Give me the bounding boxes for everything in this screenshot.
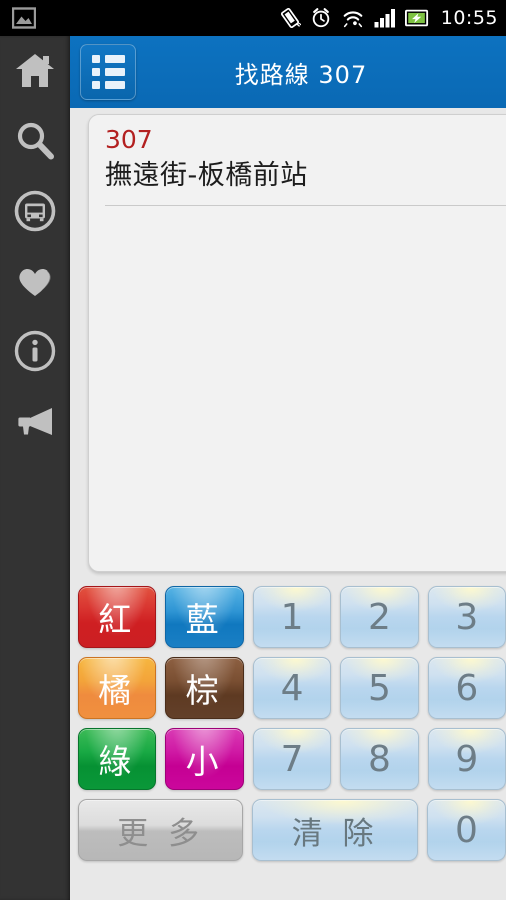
app-root: 10:55 找路線 307 307 撫遠街-板橋前站 紅 藍 1 2 3 橘 棕… [0,0,506,900]
key-red[interactable]: 紅 [78,586,157,648]
route-number: 307 [105,125,153,154]
status-bar: 10:55 [0,0,506,36]
key-label: 5 [367,667,391,709]
key-label: 更 多 [117,815,205,852]
route-result-card[interactable]: 307 撫遠街-板橋前站 [88,114,506,572]
image-icon [12,7,36,29]
key-label: 2 [367,596,391,638]
sidebar-item-search[interactable] [0,106,70,176]
alarm-clock-icon [310,7,332,29]
megaphone-icon [14,400,56,442]
home-icon [14,50,56,92]
key-label: 1 [280,596,304,638]
sidebar-item-announcements[interactable] [0,386,70,456]
menu-icon-line [104,55,125,63]
key-5[interactable]: 5 [340,657,419,719]
key-brown[interactable]: 棕 [165,657,244,719]
key-blue[interactable]: 藍 [165,586,244,648]
key-8[interactable]: 8 [340,728,419,790]
screen-rotation-icon [279,7,301,29]
key-clear[interactable]: 清 除 [252,799,418,861]
menu-icon-row [91,55,125,63]
key-6[interactable]: 6 [427,657,506,719]
menu-icon-line [104,68,125,76]
key-label: 7 [280,738,304,780]
status-bar-clock: 10:55 [440,7,498,29]
key-label: 3 [455,596,479,638]
key-2[interactable]: 2 [340,586,419,648]
keypad-row: 更 多 清 除 0 [78,799,506,861]
sidebar-item-bus[interactable] [0,176,70,246]
key-4[interactable]: 4 [252,657,332,719]
key-label: 棕 [185,671,224,710]
battery-charging-icon [404,8,429,28]
keypad: 紅 藍 1 2 3 橘 棕 4 5 6 綠 小 7 8 9 更 多 清 除 0 [70,578,506,900]
info-icon [14,330,56,372]
sidebar-item-favorites[interactable] [0,246,70,316]
menu-icon-bullet [91,55,100,63]
keypad-row: 紅 藍 1 2 3 [78,586,506,648]
keypad-row: 橘 棕 4 5 6 [78,657,506,719]
key-orange[interactable]: 橘 [78,657,157,719]
keypad-row: 綠 小 7 8 9 [78,728,506,790]
key-7[interactable]: 7 [252,728,332,790]
heart-icon [14,260,56,302]
menu-icon-bullet [91,68,100,76]
sidebar-item-home[interactable] [0,36,70,106]
key-green[interactable]: 綠 [78,728,157,790]
list-menu-icon[interactable] [80,44,136,100]
app-bar: 找路線 307 [70,36,506,108]
card-divider [105,205,506,206]
sidebar [0,36,70,900]
key-label: 小 [185,742,224,781]
route-name: 撫遠街-板橋前站 [105,160,308,191]
page-title: 找路線 307 [234,60,368,89]
search-icon [14,120,56,162]
signal-bars-icon [374,8,396,28]
wifi-icon [341,7,365,29]
key-label: 8 [367,738,391,780]
key-3[interactable]: 3 [427,586,506,648]
key-9[interactable]: 9 [427,728,506,790]
key-small[interactable]: 小 [165,728,244,790]
key-label: 紅 [98,600,137,639]
status-bar-system-icons: 10:55 [279,0,498,36]
key-label: 6 [455,667,479,709]
key-label: 4 [280,667,304,709]
status-bar-notifications [0,7,36,29]
key-label: 橘 [98,671,137,710]
content-area: 307 撫遠街-板橋前站 紅 藍 1 2 3 橘 棕 4 5 6 綠 小 7 8… [70,108,506,900]
key-label: 綠 [98,742,137,781]
key-1[interactable]: 1 [252,586,332,648]
key-label: 藍 [185,600,224,639]
key-label: 0 [454,809,478,851]
menu-icon-row [91,81,125,89]
key-label: 9 [455,738,479,780]
key-more[interactable]: 更 多 [78,799,244,861]
menu-icon-line [104,81,125,89]
bus-icon [14,190,56,232]
menu-icon-bullet [91,81,100,89]
sidebar-item-info[interactable] [0,316,70,386]
key-label: 清 除 [291,815,379,852]
menu-icon-row [91,68,125,76]
key-0[interactable]: 0 [426,799,506,861]
